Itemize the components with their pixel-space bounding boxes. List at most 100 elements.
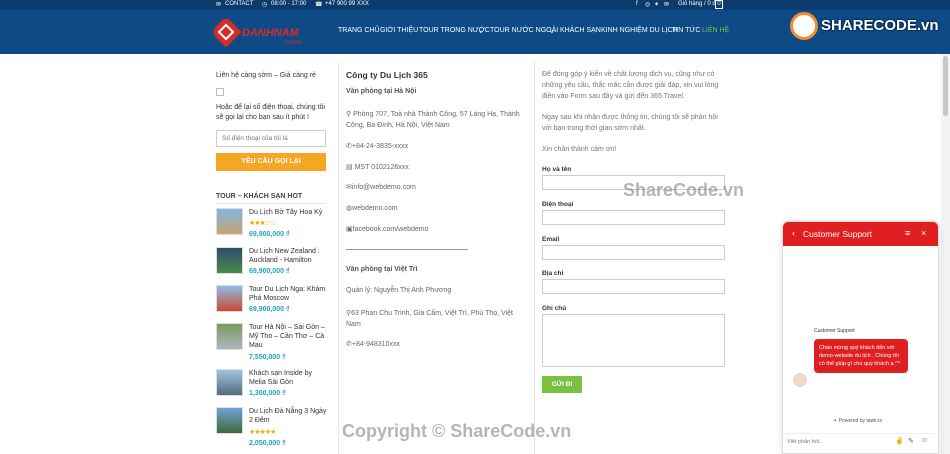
agent-avatar <box>793 373 807 387</box>
callback-text: Hoặc để lại số điện thoại, chúng tôi sẽ … <box>216 104 325 121</box>
nav-about[interactable]: GIỚI THIỆU <box>380 27 418 34</box>
instagram-icon[interactable]: ◎ <box>645 1 650 8</box>
facebook-icon[interactable]: f <box>636 1 638 7</box>
page-scrollbar[interactable] <box>941 54 950 454</box>
viettri-address: ⚲63 Phan Chu Trinh, Gia Cẩm, Việt Trì, P… <box>346 308 526 330</box>
hanoi-office-title: Văn phòng tại Hà Nội <box>346 88 417 95</box>
logo-sub: TRAVEL <box>284 40 304 46</box>
emoji-icon[interactable]: ☺ <box>921 437 928 444</box>
like-icon[interactable]: ✌ <box>895 437 904 445</box>
cart-link[interactable]: Giỏ hàng / 0 đ <box>678 1 716 7</box>
phone-callback-input[interactable] <box>216 130 326 147</box>
attach-icon[interactable]: ✎ <box>908 437 914 445</box>
hours-text: 08:00 - 17:00 <box>271 1 307 7</box>
product-price: 2,050,000 ₫ <box>249 440 286 447</box>
chat-header[interactable]: ‹ Customer Support ≡ × <box>783 222 938 246</box>
logo-text: DANHNAM <box>242 27 299 39</box>
product-name[interactable]: Khách sạn Inside by Melia Sài Gòn <box>249 369 327 387</box>
product-thumbnail[interactable] <box>216 208 243 235</box>
product-price: 69,900,000 ₫ <box>249 268 290 275</box>
viettri-office-title: Văn phòng tại Việt Trì <box>346 266 418 273</box>
list-item[interactable]: Du Lịch Bờ Tây Hoa Kỳ ★★★☆☆ 69,900,000 ₫ <box>216 208 326 242</box>
product-name[interactable]: Du Lịch New Zealand : Auckland - Hamilto… <box>249 247 327 265</box>
product-thumbnail[interactable] <box>216 323 243 350</box>
powered-text[interactable]: Powered by tawk.to <box>839 418 883 424</box>
tax-code: ▤ MST 0102126xxx <box>346 163 409 171</box>
rating-stars: ★★★☆☆ <box>249 220 276 227</box>
list-item[interactable]: Tour Hà Nội – Sài Gòn – Mỹ Tho – Cần Thơ… <box>216 323 327 361</box>
callback-button[interactable]: YÊU CẦU GỌI LẠI <box>216 153 326 171</box>
phone-field[interactable] <box>542 210 725 225</box>
callback-heading: Liên hệ càng sớm – Giá càng rẻ <box>216 72 316 79</box>
form-intro: Để đóng góp ý kiến về chất lượng dịch vụ… <box>542 71 719 100</box>
website-info: ◍webdemo.com <box>346 204 398 212</box>
chat-sender: Customer Support <box>814 328 855 334</box>
product-thumbnail[interactable] <box>216 247 243 274</box>
phone-text: +47 900 99 XXX <box>325 1 369 7</box>
cart-count-badge[interactable]: 0 <box>715 0 723 9</box>
chat-message: Chào mừng quý khách đến với demo-website… <box>814 339 908 373</box>
nav-international-tour[interactable]: TOUR NƯỚC NGOÀI <box>490 27 558 34</box>
sidebar-divider <box>216 203 326 204</box>
form-thanks: Xin chân thành cảm ơn! <box>542 146 617 153</box>
product-price: 7,550,000 ₫ <box>249 354 286 361</box>
product-price: 69,900,000 ₫ <box>249 231 290 238</box>
address-field[interactable] <box>542 279 725 294</box>
nav-travel-experience[interactable]: KINH NGHIỆM DU LỊCH <box>601 27 678 34</box>
product-thumbnail[interactable] <box>216 407 243 434</box>
website-link[interactable]: webdemo.com <box>352 205 398 212</box>
product-thumbnail[interactable] <box>216 285 243 312</box>
list-item[interactable]: Du Lịch New Zealand : Auckland - Hamilto… <box>216 247 326 281</box>
facebook-link[interactable]: facebook.com/webdemo <box>353 226 429 233</box>
hanoi-phone-text[interactable]: +84-24-3835-xxxx <box>352 143 408 150</box>
product-name[interactable]: Du Lịch Bờ Tây Hoa Kỳ <box>249 208 327 217</box>
product-price: 1,300,000 ₫ <box>249 390 286 397</box>
rating-stars: ★★★★★ <box>249 429 276 436</box>
product-name[interactable]: Tour Hà Nội – Sài Gòn – Mỹ Tho – Cần Thơ… <box>249 323 327 350</box>
hanoi-address: ⚲ Phòng 707, Toà nhà Thành Công, 57 Láng… <box>346 109 526 131</box>
facebook-square-icon: ▣ <box>346 226 353 233</box>
sharecode-logo: SHARECODE.vn <box>790 12 940 42</box>
chevron-left-icon[interactable]: ‹ <box>792 228 795 238</box>
chat-input[interactable] <box>787 436 891 448</box>
email-link[interactable]: info@webdemo.com <box>352 184 416 191</box>
site-logo[interactable]: DANHNAM TRAVEL <box>210 16 312 48</box>
list-item[interactable]: Du Lịch Đà Nẵng 3 Ngày 2 Đêm ★★★★★ 2,050… <box>216 407 326 454</box>
manager-text: Quản lý: Nguyễn Thị Anh Phương <box>346 287 452 294</box>
sharecode-logo-text: SHARECODE.vn <box>821 17 939 34</box>
hanoi-address-text: Phòng 707, Toà nhà Thành Công, 57 Láng H… <box>346 111 520 129</box>
menu-icon[interactable]: ≡ <box>905 228 910 238</box>
list-item[interactable]: Tour Du Lịch Nga: Khám Phá Moscow 69,900… <box>216 285 326 319</box>
chevron-down-icon: ⌄ <box>478 28 484 35</box>
nav-contact[interactable]: LIÊN HỆ <box>702 27 729 34</box>
nav-news[interactable]: TIN TỨC <box>672 27 700 34</box>
list-item[interactable]: Khách sạn Inside by Melia Sài Gòn 1,300,… <box>216 369 326 403</box>
email-social-icon[interactable]: ✉ <box>664 1 669 8</box>
nav-hotel[interactable]: KHÁCH SẠN <box>560 27 601 34</box>
facebook-info: ▣facebook.com/webdemo <box>346 225 429 233</box>
sharecode-logo-icon <box>790 12 818 40</box>
chat-input-divider <box>783 433 938 434</box>
scrollbar-thumb[interactable] <box>943 56 948 116</box>
map-pin-icon: ⚲ <box>346 111 352 118</box>
product-name[interactable]: Du Lịch Đà Nẵng 3 Ngày 2 Đêm <box>249 407 327 425</box>
viettri-address-text: 63 Phan Chu Trinh, Gia Cẩm, Việt Trì, Ph… <box>346 310 514 328</box>
viettri-phone-text[interactable]: +84-948310xxx <box>352 341 400 348</box>
phone-label: Điện thoại <box>542 201 574 208</box>
nav-home[interactable]: TRANG CHỦ <box>338 27 380 34</box>
email-field[interactable] <box>542 245 725 260</box>
hanoi-phone: ✆+84-24-3835-xxxx <box>346 142 408 150</box>
column-divider <box>534 62 535 454</box>
twitter-icon[interactable]: ✦ <box>654 1 659 8</box>
sidebar-title: TOUR – KHÁCH SẠN HOT <box>216 193 303 200</box>
watermark-bottom: Copyright © ShareCode.vn <box>342 421 572 441</box>
product-thumbnail[interactable] <box>216 369 243 396</box>
broken-image-icon <box>216 88 224 96</box>
chat-title: Customer Support <box>803 229 872 239</box>
powered-by: ❧ Powered by tawk.to <box>833 418 882 424</box>
note-textarea[interactable] <box>542 314 725 367</box>
contact-link[interactable]: CONTACT <box>225 1 254 7</box>
product-name[interactable]: Tour Du Lịch Nga: Khám Phá Moscow <box>249 285 327 303</box>
submit-button[interactable]: GỬI ĐI <box>542 376 582 393</box>
close-icon[interactable]: × <box>921 228 926 238</box>
